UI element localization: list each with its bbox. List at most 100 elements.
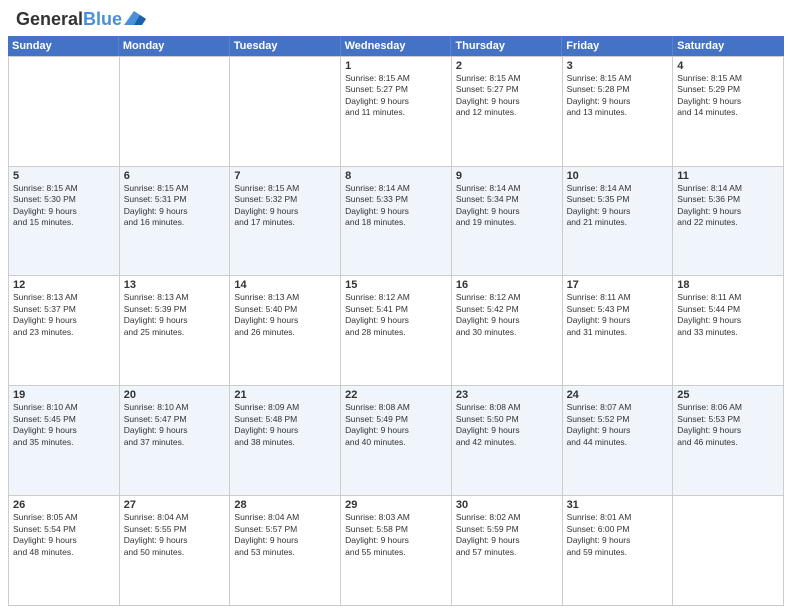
calendar-cell: 1Sunrise: 8:15 AM Sunset: 5:27 PM Daylig… (341, 57, 452, 167)
calendar-cell (673, 496, 784, 606)
calendar-cell: 26Sunrise: 8:05 AM Sunset: 5:54 PM Dayli… (9, 496, 120, 606)
calendar-header: SundayMondayTuesdayWednesdayThursdayFrid… (8, 36, 784, 56)
header: GeneralBlue (0, 0, 792, 36)
calendar-cell: 7Sunrise: 8:15 AM Sunset: 5:32 PM Daylig… (230, 167, 341, 277)
day-info: Sunrise: 8:12 AM Sunset: 5:41 PM Dayligh… (345, 292, 447, 338)
day-info: Sunrise: 8:06 AM Sunset: 5:53 PM Dayligh… (677, 402, 779, 448)
day-info: Sunrise: 8:08 AM Sunset: 5:49 PM Dayligh… (345, 402, 447, 448)
calendar-cell: 2Sunrise: 8:15 AM Sunset: 5:27 PM Daylig… (452, 57, 563, 167)
calendar-cell: 15Sunrise: 8:12 AM Sunset: 5:41 PM Dayli… (341, 276, 452, 386)
day-number: 12 (13, 279, 115, 291)
day-number: 21 (234, 389, 336, 401)
calendar-cell: 5Sunrise: 8:15 AM Sunset: 5:30 PM Daylig… (9, 167, 120, 277)
weekday-header: Friday (562, 36, 673, 56)
day-info: Sunrise: 8:14 AM Sunset: 5:34 PM Dayligh… (456, 183, 558, 229)
day-number: 16 (456, 279, 558, 291)
day-info: Sunrise: 8:09 AM Sunset: 5:48 PM Dayligh… (234, 402, 336, 448)
logo-text: GeneralBlue (16, 10, 122, 30)
logo-icon (124, 11, 146, 25)
day-number: 8 (345, 170, 447, 182)
day-number: 1 (345, 60, 447, 72)
weekday-header: Wednesday (341, 36, 452, 56)
logo-blue: Blue (83, 9, 122, 29)
calendar-cell: 27Sunrise: 8:04 AM Sunset: 5:55 PM Dayli… (120, 496, 231, 606)
calendar-body: 1Sunrise: 8:15 AM Sunset: 5:27 PM Daylig… (8, 56, 784, 606)
calendar-cell: 24Sunrise: 8:07 AM Sunset: 5:52 PM Dayli… (563, 386, 674, 496)
day-info: Sunrise: 8:15 AM Sunset: 5:27 PM Dayligh… (456, 73, 558, 119)
day-info: Sunrise: 8:02 AM Sunset: 5:59 PM Dayligh… (456, 512, 558, 558)
weekday-header: Sunday (8, 36, 119, 56)
day-info: Sunrise: 8:15 AM Sunset: 5:27 PM Dayligh… (345, 73, 447, 119)
calendar-cell: 4Sunrise: 8:15 AM Sunset: 5:29 PM Daylig… (673, 57, 784, 167)
day-info: Sunrise: 8:15 AM Sunset: 5:30 PM Dayligh… (13, 183, 115, 229)
day-info: Sunrise: 8:13 AM Sunset: 5:37 PM Dayligh… (13, 292, 115, 338)
day-info: Sunrise: 8:12 AM Sunset: 5:42 PM Dayligh… (456, 292, 558, 338)
day-number: 26 (13, 499, 115, 511)
calendar-cell: 8Sunrise: 8:14 AM Sunset: 5:33 PM Daylig… (341, 167, 452, 277)
weekday-header: Saturday (673, 36, 784, 56)
day-info: Sunrise: 8:14 AM Sunset: 5:35 PM Dayligh… (567, 183, 669, 229)
calendar-row: 12Sunrise: 8:13 AM Sunset: 5:37 PM Dayli… (9, 276, 784, 386)
day-info: Sunrise: 8:15 AM Sunset: 5:31 PM Dayligh… (124, 183, 226, 229)
day-number: 6 (124, 170, 226, 182)
calendar-cell: 31Sunrise: 8:01 AM Sunset: 6:00 PM Dayli… (563, 496, 674, 606)
calendar-cell: 23Sunrise: 8:08 AM Sunset: 5:50 PM Dayli… (452, 386, 563, 496)
calendar-cell: 3Sunrise: 8:15 AM Sunset: 5:28 PM Daylig… (563, 57, 674, 167)
day-info: Sunrise: 8:08 AM Sunset: 5:50 PM Dayligh… (456, 402, 558, 448)
day-info: Sunrise: 8:13 AM Sunset: 5:40 PM Dayligh… (234, 292, 336, 338)
calendar-row: 19Sunrise: 8:10 AM Sunset: 5:45 PM Dayli… (9, 386, 784, 496)
weekday-header: Monday (119, 36, 230, 56)
day-number: 24 (567, 389, 669, 401)
day-info: Sunrise: 8:03 AM Sunset: 5:58 PM Dayligh… (345, 512, 447, 558)
day-info: Sunrise: 8:10 AM Sunset: 5:45 PM Dayligh… (13, 402, 115, 448)
day-number: 2 (456, 60, 558, 72)
calendar-row: 5Sunrise: 8:15 AM Sunset: 5:30 PM Daylig… (9, 167, 784, 277)
day-number: 20 (124, 389, 226, 401)
logo: GeneralBlue (16, 10, 146, 30)
calendar-row: 1Sunrise: 8:15 AM Sunset: 5:27 PM Daylig… (9, 57, 784, 167)
day-number: 14 (234, 279, 336, 291)
day-number: 4 (677, 60, 779, 72)
calendar-cell: 14Sunrise: 8:13 AM Sunset: 5:40 PM Dayli… (230, 276, 341, 386)
calendar-cell: 28Sunrise: 8:04 AM Sunset: 5:57 PM Dayli… (230, 496, 341, 606)
day-number: 28 (234, 499, 336, 511)
calendar-cell: 17Sunrise: 8:11 AM Sunset: 5:43 PM Dayli… (563, 276, 674, 386)
day-info: Sunrise: 8:13 AM Sunset: 5:39 PM Dayligh… (124, 292, 226, 338)
calendar-cell: 12Sunrise: 8:13 AM Sunset: 5:37 PM Dayli… (9, 276, 120, 386)
calendar-cell: 16Sunrise: 8:12 AM Sunset: 5:42 PM Dayli… (452, 276, 563, 386)
day-info: Sunrise: 8:04 AM Sunset: 5:57 PM Dayligh… (234, 512, 336, 558)
day-number: 5 (13, 170, 115, 182)
day-info: Sunrise: 8:11 AM Sunset: 5:43 PM Dayligh… (567, 292, 669, 338)
day-number: 10 (567, 170, 669, 182)
day-info: Sunrise: 8:05 AM Sunset: 5:54 PM Dayligh… (13, 512, 115, 558)
page: GeneralBlue SundayMondayTuesdayWednesday… (0, 0, 792, 612)
day-info: Sunrise: 8:07 AM Sunset: 5:52 PM Dayligh… (567, 402, 669, 448)
day-info: Sunrise: 8:11 AM Sunset: 5:44 PM Dayligh… (677, 292, 779, 338)
weekday-header: Tuesday (230, 36, 341, 56)
day-number: 7 (234, 170, 336, 182)
day-number: 15 (345, 279, 447, 291)
day-info: Sunrise: 8:14 AM Sunset: 5:33 PM Dayligh… (345, 183, 447, 229)
day-number: 30 (456, 499, 558, 511)
logo-general: General (16, 9, 83, 29)
day-number: 27 (124, 499, 226, 511)
calendar-cell (120, 57, 231, 167)
day-number: 9 (456, 170, 558, 182)
day-number: 13 (124, 279, 226, 291)
day-number: 25 (677, 389, 779, 401)
day-number: 23 (456, 389, 558, 401)
day-info: Sunrise: 8:10 AM Sunset: 5:47 PM Dayligh… (124, 402, 226, 448)
calendar-cell: 30Sunrise: 8:02 AM Sunset: 5:59 PM Dayli… (452, 496, 563, 606)
day-info: Sunrise: 8:15 AM Sunset: 5:28 PM Dayligh… (567, 73, 669, 119)
day-number: 22 (345, 389, 447, 401)
calendar-cell: 10Sunrise: 8:14 AM Sunset: 5:35 PM Dayli… (563, 167, 674, 277)
calendar-cell: 13Sunrise: 8:13 AM Sunset: 5:39 PM Dayli… (120, 276, 231, 386)
day-number: 19 (13, 389, 115, 401)
calendar-cell: 20Sunrise: 8:10 AM Sunset: 5:47 PM Dayli… (120, 386, 231, 496)
day-info: Sunrise: 8:14 AM Sunset: 5:36 PM Dayligh… (677, 183, 779, 229)
weekday-header: Thursday (451, 36, 562, 56)
calendar-row: 26Sunrise: 8:05 AM Sunset: 5:54 PM Dayli… (9, 496, 784, 606)
day-info: Sunrise: 8:04 AM Sunset: 5:55 PM Dayligh… (124, 512, 226, 558)
day-info: Sunrise: 8:15 AM Sunset: 5:29 PM Dayligh… (677, 73, 779, 119)
calendar-cell: 18Sunrise: 8:11 AM Sunset: 5:44 PM Dayli… (673, 276, 784, 386)
